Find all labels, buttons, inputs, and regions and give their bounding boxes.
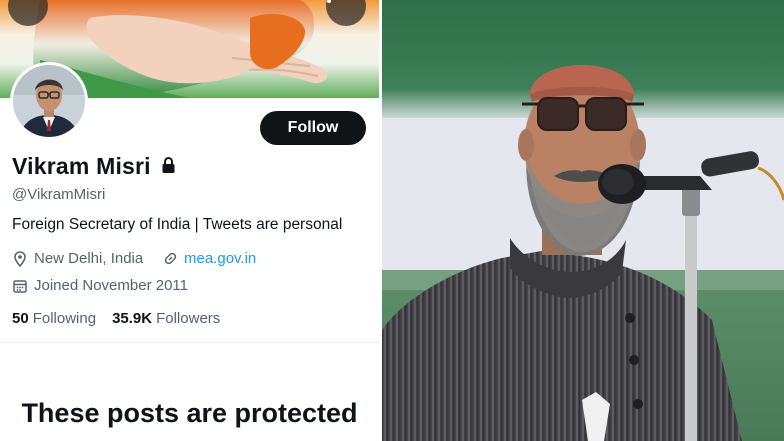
follow-stats: 50 Following 35.9K Followers	[12, 310, 220, 327]
following-label: Following	[32, 310, 97, 327]
joined-text: Joined November 2011	[34, 277, 188, 294]
following-stat[interactable]: 50 Following	[12, 310, 96, 327]
link-icon	[162, 251, 178, 267]
website-link[interactable]: mea.gov.in	[184, 250, 256, 267]
location-pin-icon	[12, 250, 28, 267]
profile-website[interactable]: mea.gov.in	[162, 250, 256, 267]
profile-location: New Delhi, India	[12, 250, 143, 267]
following-count: 50	[12, 310, 29, 327]
profile-joined-date: Joined November 2011	[12, 277, 188, 294]
profile-bio: Foreign Secretary of India | Tweets are …	[12, 216, 343, 233]
speaker-photo	[382, 0, 784, 441]
profile-screenshot: Follow Vikram Misri @VikramMisri Foreign…	[0, 0, 379, 441]
location-text: New Delhi, India	[34, 250, 144, 267]
profile-display-name: Vikram Misri	[12, 153, 151, 179]
section-divider	[0, 342, 379, 343]
lock-icon	[162, 157, 175, 173]
follow-button[interactable]: Follow	[260, 111, 366, 145]
followers-label: Followers	[156, 310, 221, 327]
avatar[interactable]	[10, 62, 88, 140]
followers-stat[interactable]: 35.9K Followers	[112, 310, 220, 327]
calendar-icon	[12, 278, 28, 294]
more-vertical-icon	[327, 0, 331, 3]
followers-count: 35.9K	[112, 310, 153, 327]
avatar-portrait	[13, 65, 85, 137]
profile-handle: @VikramMisri	[12, 186, 106, 203]
speaker-photo-illustration	[382, 0, 784, 441]
protected-posts-heading: These posts are protected	[21, 398, 358, 428]
